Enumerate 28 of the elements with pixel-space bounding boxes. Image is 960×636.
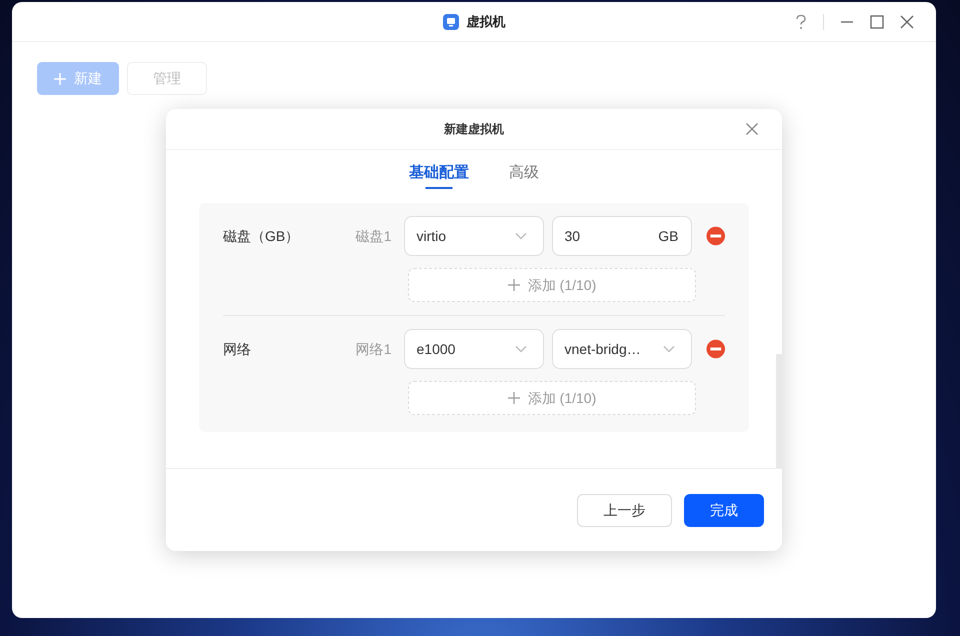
dialog-title: 新建虚拟机 — [444, 121, 504, 138]
input-field[interactable]: 30 GB — [552, 216, 692, 256]
monitor-icon — [442, 14, 458, 30]
chevron-down-icon — [514, 232, 526, 240]
remove-icon[interactable] — [706, 226, 726, 246]
plus-icon — [54, 72, 66, 84]
plus-icon — [508, 279, 520, 291]
item-label: 磁盘1 — [356, 226, 392, 246]
chevron-down-icon — [662, 345, 674, 353]
item-label: 网络1 — [356, 340, 392, 358]
window-title: 虚拟机 — [466, 12, 506, 31]
back-button[interactable]: 上一步 — [577, 494, 672, 526]
select-field[interactable]: virtio — [404, 216, 544, 256]
chevron-down-icon — [514, 345, 526, 353]
remove-icon[interactable] — [706, 339, 726, 359]
finish-button[interactable]: 完成 — [684, 494, 764, 526]
maximize-icon[interactable] — [870, 15, 884, 29]
section-label: 磁盘（GB） — [223, 226, 300, 246]
close-icon[interactable] — [746, 123, 758, 135]
tab[interactable]: 基础配置 — [409, 158, 469, 189]
section-label: 网络 — [223, 340, 252, 358]
plus-icon — [508, 392, 520, 404]
close-icon[interactable] — [900, 15, 914, 29]
unit-label: GB — [658, 226, 678, 246]
select-field[interactable]: e1000 — [404, 329, 544, 369]
tab[interactable]: 高级 — [509, 158, 539, 189]
select-field[interactable]: vnet-bridg… — [552, 329, 692, 369]
help-icon[interactable] — [795, 14, 807, 30]
